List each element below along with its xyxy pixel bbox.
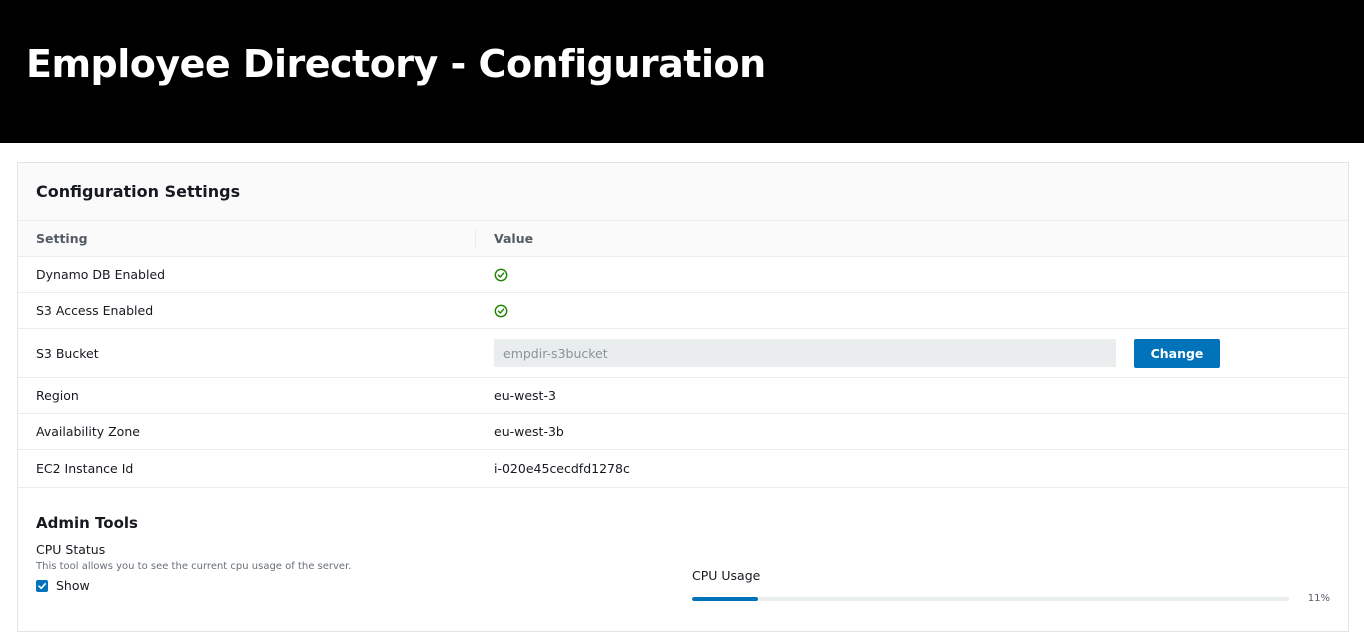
table-row: S3 Bucket Change: [18, 329, 1348, 378]
cpu-usage-progress: 11%: [692, 593, 1330, 604]
progress-track: [692, 596, 1289, 601]
table-row: EC2 Instance Id i-020e45cecdfd1278c: [18, 450, 1348, 488]
panel-title: Configuration Settings: [36, 182, 241, 201]
change-button[interactable]: Change: [1134, 338, 1220, 368]
setting-label: Dynamo DB Enabled: [36, 267, 166, 282]
setting-value: [476, 304, 1348, 318]
check-circle-icon: [494, 268, 508, 281]
main-content: Configuration Settings Setting Value Dyn…: [0, 143, 1364, 632]
availability-zone-value: eu-west-3b: [494, 424, 564, 439]
panel-header: Configuration Settings: [18, 163, 1348, 221]
table-row: S3 Access Enabled: [18, 293, 1348, 329]
setting-label: S3 Access Enabled: [36, 303, 154, 318]
setting-value: Change: [476, 338, 1348, 368]
table-header-row: Setting Value: [18, 221, 1348, 257]
table-row: Availability Zone eu-west-3b: [18, 414, 1348, 450]
cpu-usage-label: CPU Usage: [692, 568, 761, 583]
table-row: Region eu-west-3: [18, 378, 1348, 414]
admin-tools-section: Admin Tools CPU Status This tool allows …: [18, 514, 1348, 604]
s3-bucket-input[interactable]: [494, 339, 1116, 367]
region-value: eu-west-3: [494, 388, 556, 403]
table-row: Dynamo DB Enabled: [18, 257, 1348, 293]
progress-percent: 11%: [1307, 593, 1330, 604]
instance-id-value: i-020e45cecdfd1278c: [494, 461, 630, 476]
setting-label: Region: [36, 388, 79, 403]
column-header-value[interactable]: Value: [476, 231, 1348, 246]
admin-tools-title: Admin Tools: [36, 514, 138, 532]
configuration-panel: Configuration Settings Setting Value Dyn…: [17, 162, 1349, 632]
progress-fill: [692, 596, 758, 601]
setting-label: Availability Zone: [36, 424, 140, 439]
column-header-setting[interactable]: Setting: [18, 229, 476, 248]
show-checkbox[interactable]: [36, 579, 48, 592]
check-circle-icon: [494, 304, 508, 317]
checkmark-icon: [38, 582, 46, 589]
app-header: Employee Directory - Configuration: [0, 0, 1364, 143]
page-title: Employee Directory - Configuration: [26, 41, 766, 86]
cpu-status-label: CPU Status: [36, 542, 106, 557]
setting-label: S3 Bucket: [36, 345, 99, 361]
setting-label: EC2 Instance Id: [36, 461, 134, 476]
show-label: Show: [56, 578, 90, 593]
cpu-usage-widget: CPU Usage 11%: [692, 568, 1330, 604]
setting-value: [476, 268, 1348, 282]
